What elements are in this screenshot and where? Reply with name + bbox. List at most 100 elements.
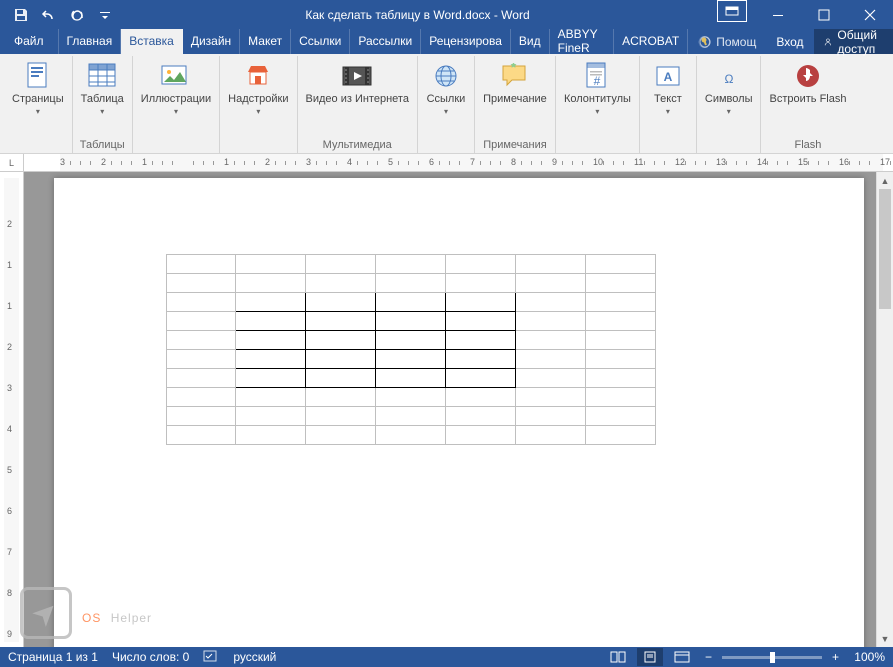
horizontal-ruler[interactable]: 3211234567891011121314151617 (24, 154, 893, 172)
close-button[interactable] (847, 0, 893, 29)
table-cell[interactable] (585, 312, 655, 331)
table-cell[interactable] (306, 350, 376, 369)
zoom-thumb[interactable] (770, 652, 775, 663)
tab-review[interactable]: Рецензирова (421, 29, 511, 54)
word-count[interactable]: Число слов: 0 (112, 650, 189, 664)
share-button[interactable]: Общий доступ (814, 29, 893, 54)
tab-acrobat[interactable]: ACROBAT (614, 29, 688, 54)
vertical-ruler[interactable]: 21123456789 (0, 172, 24, 648)
table-cell[interactable] (166, 312, 236, 331)
table-cell[interactable] (515, 369, 585, 388)
table-cell[interactable] (445, 350, 515, 369)
table-cell[interactable] (306, 426, 376, 445)
zoom-out-button[interactable]: − (701, 650, 716, 664)
illustrations-button[interactable]: Иллюстрации▾ (137, 58, 215, 118)
table-cell[interactable] (306, 407, 376, 426)
table-cell[interactable] (166, 331, 236, 350)
table-cell[interactable] (236, 255, 306, 274)
links-button[interactable]: Ссылки▾ (422, 58, 470, 118)
tab-mailings[interactable]: Рассылки (350, 29, 421, 54)
web-layout-button[interactable] (669, 648, 695, 666)
table-cell[interactable] (236, 293, 306, 312)
table-cell[interactable] (585, 331, 655, 350)
table-cell[interactable] (376, 293, 446, 312)
ribbon-display-options-button[interactable] (717, 0, 747, 22)
tab-insert[interactable]: Вставка (121, 29, 183, 54)
vertical-scrollbar[interactable]: ▲ ▼ (876, 172, 893, 647)
table-cell[interactable] (166, 255, 236, 274)
table-cell[interactable] (376, 255, 446, 274)
scroll-track[interactable] (877, 189, 893, 630)
qat-customize-button[interactable] (92, 2, 118, 28)
tab-design[interactable]: Дизайн (183, 29, 240, 54)
page-indicator[interactable]: Страница 1 из 1 (8, 650, 98, 664)
read-mode-button[interactable] (605, 648, 631, 666)
table-cell[interactable] (166, 350, 236, 369)
language-indicator[interactable]: русский (233, 650, 276, 664)
table-cell[interactable] (236, 331, 306, 350)
table-cell[interactable] (376, 350, 446, 369)
table-cell[interactable] (585, 426, 655, 445)
table-cell[interactable] (515, 312, 585, 331)
table-cell[interactable] (306, 388, 376, 407)
table-cell[interactable] (585, 255, 655, 274)
tell-me-button[interactable]: Помощ (688, 35, 766, 49)
table-cell[interactable] (236, 274, 306, 293)
table-cell[interactable] (585, 388, 655, 407)
table-cell[interactable] (306, 312, 376, 331)
scroll-thumb[interactable] (879, 189, 891, 309)
zoom-slider[interactable] (722, 656, 822, 659)
table-cell[interactable] (515, 350, 585, 369)
addins-button[interactable]: Надстройки▾ (224, 58, 292, 118)
table-cell[interactable] (166, 293, 236, 312)
page[interactable] (54, 178, 864, 648)
table-cell[interactable] (306, 274, 376, 293)
table-cell[interactable] (236, 388, 306, 407)
zoom-level[interactable]: 100% (849, 650, 885, 664)
text-button[interactable]: A Текст▾ (644, 58, 692, 118)
table-cell[interactable] (445, 293, 515, 312)
minimize-button[interactable] (755, 0, 801, 29)
table-cell[interactable] (585, 369, 655, 388)
table-cell[interactable] (585, 350, 655, 369)
table-cell[interactable] (515, 426, 585, 445)
table-cell[interactable] (376, 331, 446, 350)
table-cell[interactable] (515, 255, 585, 274)
table-cell[interactable] (166, 369, 236, 388)
tab-layout[interactable]: Макет (240, 29, 291, 54)
table-cell[interactable] (515, 388, 585, 407)
table-button[interactable]: Таблица▾ (77, 58, 128, 118)
table-cell[interactable] (236, 426, 306, 445)
table-cell[interactable] (515, 407, 585, 426)
tab-file[interactable]: Файл (0, 29, 59, 54)
table-cell[interactable] (445, 255, 515, 274)
spellcheck-icon[interactable] (203, 649, 219, 666)
table-cell[interactable] (445, 274, 515, 293)
table-cell[interactable] (445, 331, 515, 350)
maximize-button[interactable] (801, 0, 847, 29)
table-cell[interactable] (445, 312, 515, 331)
sign-in-button[interactable]: Вход (766, 35, 813, 49)
table-cell[interactable] (445, 369, 515, 388)
table-cell[interactable] (515, 293, 585, 312)
table-cell[interactable] (306, 369, 376, 388)
scroll-up-button[interactable]: ▲ (877, 172, 893, 189)
print-layout-button[interactable] (637, 648, 663, 666)
table-cell[interactable] (585, 293, 655, 312)
table-cell[interactable] (306, 255, 376, 274)
online-video-button[interactable]: Видео из Интернета (302, 58, 413, 108)
table-cell[interactable] (166, 426, 236, 445)
table-cell[interactable] (166, 388, 236, 407)
table-cell[interactable] (166, 407, 236, 426)
table-cell[interactable] (236, 312, 306, 331)
scroll-down-button[interactable]: ▼ (877, 630, 893, 647)
redo-button[interactable] (64, 2, 90, 28)
pages-button[interactable]: Страницы▾ (8, 58, 68, 118)
table-cell[interactable] (515, 331, 585, 350)
document-table[interactable] (166, 254, 656, 445)
table-cell[interactable] (376, 369, 446, 388)
table-cell[interactable] (585, 274, 655, 293)
save-button[interactable] (8, 2, 34, 28)
table-cell[interactable] (376, 426, 446, 445)
table-cell[interactable] (376, 388, 446, 407)
